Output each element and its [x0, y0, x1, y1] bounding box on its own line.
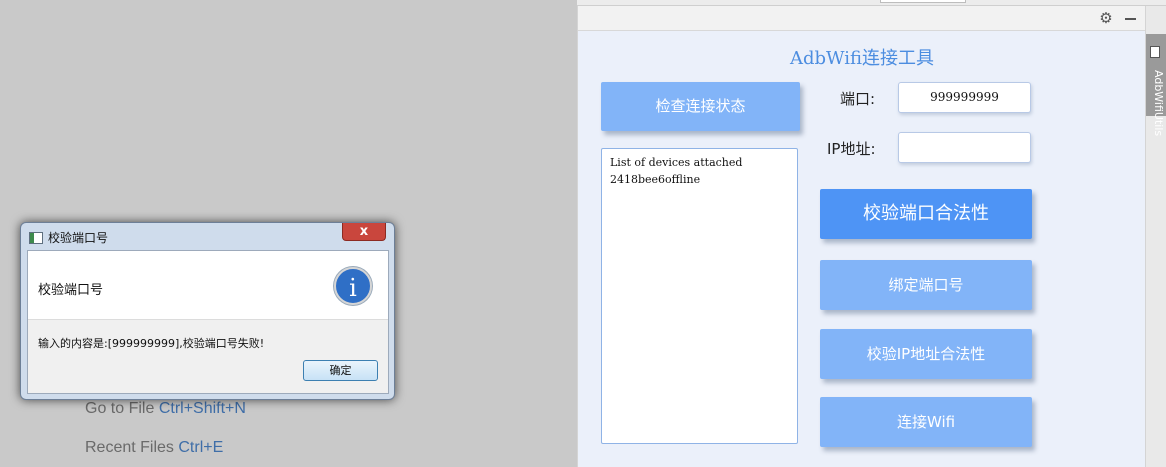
- hide-icon[interactable]: [1122, 10, 1138, 26]
- side-tab-label: AdbWifiUtils: [1152, 70, 1165, 137]
- validate-ip-button[interactable]: 校验IP地址合法性: [820, 329, 1032, 379]
- tool-window-panel: ⚙ AdbWifi连接工具 检查连接状态 端口: 999999999 IP地址:…: [577, 6, 1146, 467]
- adbwifiutils-side-tab[interactable]: AdbWifiUtils: [1146, 34, 1166, 136]
- port-label: 端口:: [840, 90, 876, 108]
- bind-port-button[interactable]: 绑定端口号: [820, 260, 1032, 310]
- right-tool-strip: AdbWifiUtils: [1145, 6, 1166, 467]
- info-icon: i: [334, 267, 372, 305]
- ip-label: IP地址:: [827, 140, 876, 158]
- go-to-file-text: Go to File: [85, 400, 155, 417]
- plugin-tab-icon: [1150, 46, 1160, 58]
- recent-files-shortcut: Ctrl+E: [178, 439, 224, 456]
- validate-port-dialog: 校验端口号 x 校验端口号 i 输入的内容是:[999999999],校验端口号…: [20, 222, 395, 400]
- recent-files-text: Recent Files: [85, 439, 174, 456]
- ip-input[interactable]: [898, 132, 1031, 163]
- recent-files-hint: Recent Files Ctrl+E: [85, 439, 223, 457]
- ok-button[interactable]: 确定: [303, 360, 378, 381]
- app-title: AdbWifi连接工具: [790, 48, 934, 69]
- device-list-textarea[interactable]: List of devices attached 2418bee6offline: [601, 148, 798, 444]
- adbwifi-plugin: AdbWifi连接工具 检查连接状态 端口: 999999999 IP地址: L…: [578, 31, 1146, 467]
- window-app-icon: [29, 232, 43, 244]
- go-to-file-hint: Go to File Ctrl+Shift+N: [85, 400, 246, 418]
- port-input[interactable]: 999999999: [898, 82, 1031, 113]
- dialog-header-text: 校验端口号: [38, 283, 104, 298]
- dialog-titlebar[interactable]: 校验端口号 x: [21, 223, 394, 249]
- gear-icon[interactable]: ⚙: [1098, 10, 1114, 26]
- check-status-button[interactable]: 检查连接状态: [601, 82, 800, 131]
- dialog-body: 校验端口号 i 输入的内容是:[999999999],校验端口号失败! 确定: [27, 250, 389, 394]
- connect-wifi-button[interactable]: 连接Wifi: [820, 397, 1032, 447]
- dialog-message: 输入的内容是:[999999999],校验端口号失败!: [38, 337, 265, 350]
- close-button[interactable]: x: [342, 223, 386, 241]
- editor-tab-fragment[interactable]: [880, 0, 966, 3]
- port-input-value: 999999999: [930, 90, 999, 104]
- validate-port-button[interactable]: 校验端口合法性: [820, 189, 1032, 239]
- device-list-line: 2418bee6offline: [610, 173, 701, 186]
- tool-window-header: ⚙: [578, 6, 1146, 31]
- dialog-header: 校验端口号 i: [28, 251, 388, 320]
- dialog-window-title: 校验端口号: [48, 231, 109, 245]
- go-to-file-shortcut: Ctrl+Shift+N: [158, 400, 246, 417]
- device-list-line: List of devices attached: [610, 156, 743, 169]
